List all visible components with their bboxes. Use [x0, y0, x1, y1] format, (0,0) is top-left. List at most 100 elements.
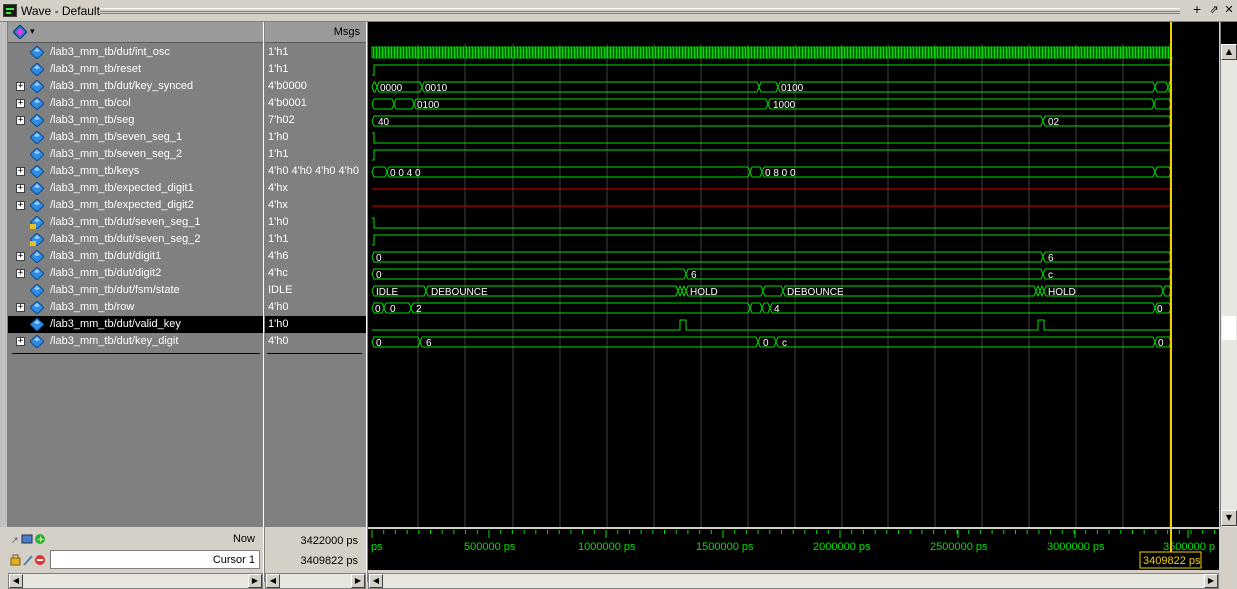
signal-value: 1'h0	[268, 131, 289, 143]
scroll-left-icon[interactable]: ◀	[9, 574, 23, 588]
bus-value-label: 0	[1158, 338, 1164, 349]
signal-row[interactable]: + /lab3_mm_tb/keys	[8, 163, 263, 180]
now-row: ↗ + Now	[8, 529, 263, 549]
signal-row[interactable]: + /lab3_mm_tb/row	[8, 299, 263, 316]
expand-icon[interactable]: +	[16, 252, 25, 261]
signal-row[interactable]: + /lab3_mm_tb/col	[8, 95, 263, 112]
bus-segment	[386, 166, 751, 178]
signal-value: 1'h0	[268, 318, 289, 330]
signal-names-pane[interactable]: ▾ /lab3_mm_tb/dut/int_osc/lab3_mm_tb/res…	[8, 22, 263, 527]
scroll-right-icon[interactable]: ▶	[248, 574, 262, 588]
value-row[interactable]: 1'h0	[265, 129, 366, 146]
signal-values-pane[interactable]: Msgs 1'h1 1'h1 4'b0000 4'b0001 7'h02 1'h0 1'h1…	[265, 22, 366, 527]
names-hscrollbar[interactable]: ◀ ▶	[8, 573, 263, 589]
value-row[interactable]: 1'h1	[265, 231, 366, 248]
bus-value-label: DEBOUNCE	[787, 287, 844, 298]
signal-name: /lab3_mm_tb/row	[50, 301, 135, 313]
bus-segment	[749, 166, 763, 178]
signal-row[interactable]: /lab3_mm_tb/dut/seven_seg_1	[8, 214, 263, 231]
scroll-left-icon[interactable]: ◀	[266, 574, 280, 588]
undock-icon[interactable]: ⇗	[1207, 3, 1221, 17]
bus-segment	[410, 302, 751, 314]
signal-row[interactable]: /lab3_mm_tb/dut/seven_seg_2	[8, 231, 263, 248]
expand-icon[interactable]: +	[16, 337, 25, 346]
value-row[interactable]: 4'h6	[265, 248, 366, 265]
signal-row[interactable]: + /lab3_mm_tb/dut/digit1	[8, 248, 263, 265]
expand-icon[interactable]: +	[16, 201, 25, 210]
value-row[interactable]: 4'hx	[265, 197, 366, 214]
bus-segment	[1039, 284, 1045, 298]
scroll-right-icon[interactable]: ▶	[1204, 574, 1218, 588]
wave-hscrollbar[interactable]: ◀ ▶	[368, 573, 1219, 589]
signal-diamond-icon	[30, 148, 44, 161]
expand-icon[interactable]: +	[16, 184, 25, 193]
bus-segment	[371, 81, 378, 93]
value-row[interactable]: 4'h0 4'h0 4'h0 4'h0	[265, 163, 366, 180]
value-row[interactable]: 4'hc	[265, 265, 366, 282]
signal-row[interactable]: /lab3_mm_tb/seven_seg_2	[8, 146, 263, 163]
chevron-down-icon[interactable]: ▾	[30, 26, 35, 37]
list-end-line	[267, 353, 362, 354]
now-label: Now	[232, 533, 255, 545]
now-toolbar-icons[interactable]: ↗ +	[10, 532, 50, 546]
list-end-line	[12, 353, 260, 354]
value-row[interactable]: 4'hx	[265, 180, 366, 197]
signal-row[interactable]: + /lab3_mm_tb/expected_digit2	[8, 197, 263, 214]
value-row[interactable]: 1'h1	[265, 61, 366, 78]
add-icon[interactable]: +	[1190, 3, 1204, 17]
signal-row[interactable]: + /lab3_mm_tb/expected_digit1	[8, 180, 263, 197]
scroll-right-icon[interactable]: ▶	[351, 574, 365, 588]
signal-name: /lab3_mm_tb/dut/int_osc	[50, 46, 170, 58]
wave-tools-icon[interactable]	[13, 25, 27, 39]
value-row[interactable]: 4'h0	[265, 333, 366, 350]
value-row[interactable]: 4'h0	[265, 299, 366, 316]
signal-row[interactable]: + /lab3_mm_tb/dut/key_digit	[8, 333, 263, 350]
scroll-left-icon[interactable]: ◀	[369, 574, 383, 588]
value-row[interactable]: 1'h1	[265, 44, 366, 61]
value-row[interactable]: 7'h02	[265, 112, 366, 129]
bus-segment	[1153, 98, 1172, 110]
signal-row[interactable]: + /lab3_mm_tb/dut/key_synced	[8, 78, 263, 95]
value-row[interactable]: 1'h0	[265, 214, 366, 231]
signal-diamond-icon	[30, 267, 44, 280]
expand-icon[interactable]: +	[16, 303, 25, 312]
timeline-ruler[interactable]: ps 500000 ps 1000000 ps 1500000 ps 2000000 p…	[368, 529, 1219, 570]
close-icon[interactable]: ✕	[1222, 3, 1236, 17]
cursor-toolbar-icons[interactable]	[10, 553, 50, 567]
value-row[interactable]: IDLE	[265, 282, 366, 299]
value-row[interactable]: 1'h0	[265, 316, 366, 333]
signal-row[interactable]: + /lab3_mm_tb/dut/digit2	[8, 265, 263, 282]
signal-diamond-icon	[30, 284, 44, 297]
wave-window-icon	[3, 4, 17, 17]
signal-row[interactable]: /lab3_mm_tb/dut/int_osc	[8, 44, 263, 61]
value-row[interactable]: 4'b0001	[265, 95, 366, 112]
expand-icon[interactable]: +	[16, 82, 25, 91]
values-hscrollbar[interactable]: ◀ ▶	[265, 573, 366, 589]
bus-value-label: 0100	[417, 100, 440, 111]
cursor-labels-area: ↗ + Now Cursor 1	[8, 529, 263, 570]
bus-value-label: 0000	[380, 83, 403, 94]
signal-row[interactable]: /lab3_mm_tb/dut/valid_key	[8, 316, 263, 333]
bus-segment	[393, 98, 415, 110]
expand-icon[interactable]: +	[16, 116, 25, 125]
scroll-down-icon[interactable]: ▼	[1221, 510, 1237, 526]
cursor-row: Cursor 1	[8, 550, 263, 570]
bit-wave	[372, 149, 1171, 161]
scroll-up-icon[interactable]: ▲	[1221, 44, 1237, 60]
value-row[interactable]: 1'h1	[265, 146, 366, 163]
waveform-canvas[interactable]: 0000 0010 01000100 100040 020 0 4 00 8 0 00 6…	[368, 22, 1219, 527]
waveform-pane[interactable]: 0000 0010 0100 0100 1000 40 02 0 0 4 00 8 0 006…	[368, 22, 1219, 527]
vertical-scrollbar[interactable]: ▲ ▼	[1220, 44, 1237, 527]
signal-row[interactable]: /lab3_mm_tb/reset	[8, 61, 263, 78]
expand-icon[interactable]: +	[16, 167, 25, 176]
signal-row[interactable]: /lab3_mm_tb/dut/fsm/state	[8, 282, 263, 299]
timeline-canvas[interactable]: ps 500000 ps 1000000 ps 1500000 ps 2000000 p…	[368, 529, 1219, 570]
expand-icon[interactable]: +	[16, 99, 25, 108]
signal-row[interactable]: /lab3_mm_tb/seven_seg_1	[8, 129, 263, 146]
signal-name: /lab3_mm_tb/dut/seven_seg_2	[50, 233, 201, 245]
value-row[interactable]: 4'b0000	[265, 78, 366, 95]
vertical-scroll-thumb[interactable]	[1222, 316, 1236, 340]
expand-icon[interactable]: +	[16, 269, 25, 278]
bus-segment	[767, 98, 1155, 110]
signal-row[interactable]: + /lab3_mm_tb/seg	[8, 112, 263, 129]
